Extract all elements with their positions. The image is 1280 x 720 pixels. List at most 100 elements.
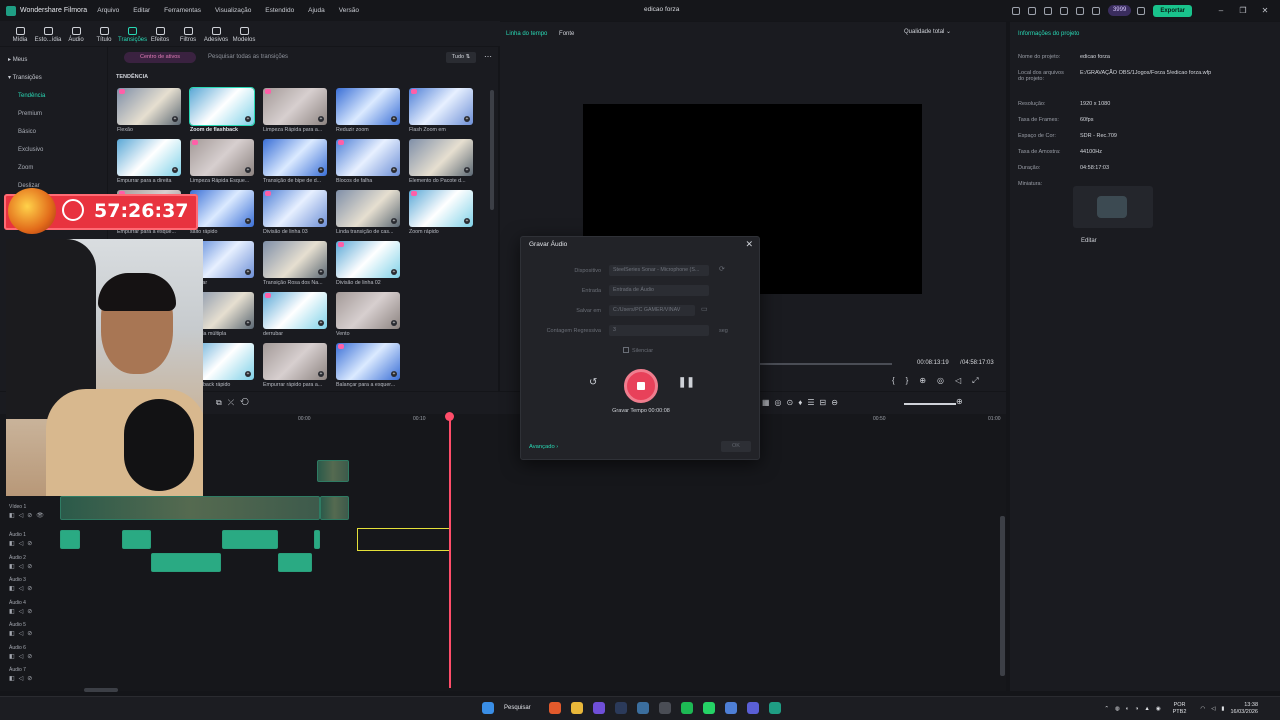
- transition-item[interactable]: + Zoom rápido: [409, 190, 475, 235]
- refresh-icon[interactable]: ⟳: [719, 265, 725, 273]
- add-icon[interactable]: +: [318, 320, 324, 326]
- timeline-tools-icons[interactable]: ▦◎⊙♦☰⊟⊖: [762, 398, 843, 407]
- track-controls[interactable]: ◧◁⊘: [9, 563, 36, 570]
- app-icon[interactable]: [746, 702, 759, 714]
- add-icon[interactable]: +: [391, 218, 397, 224]
- timeline-edit-icons[interactable]: ⧉⤫⟲: [216, 398, 255, 408]
- add-icon[interactable]: +: [391, 320, 397, 326]
- video-clip[interactable]: [320, 496, 349, 520]
- track-controls[interactable]: ◧◁⊘: [9, 675, 36, 682]
- whatsapp-icon[interactable]: [702, 702, 715, 714]
- add-icon[interactable]: +: [172, 167, 178, 173]
- menu-ajuda[interactable]: Ajuda: [308, 7, 325, 14]
- thumbnail-preview[interactable]: [1073, 186, 1153, 228]
- device-select[interactable]: SteelSeries Sonar - Microphone (S...: [609, 265, 709, 276]
- windows-start-icon[interactable]: [482, 702, 494, 714]
- edit-thumbnail-button[interactable]: Editar: [1081, 238, 1097, 244]
- close-window-icon[interactable]: ✕: [1258, 6, 1272, 15]
- layout-icon[interactable]: [1137, 6, 1146, 15]
- menu-arquivo[interactable]: Arquivo: [97, 7, 119, 14]
- tool-templates[interactable]: Modelos: [230, 27, 258, 46]
- search-input[interactable]: Pesquisar todas as transições: [208, 54, 288, 60]
- transition-item[interactable]: + Transição Rosa dos Na...: [263, 241, 329, 286]
- obs-icon[interactable]: [658, 702, 671, 714]
- menu-ferramentas[interactable]: Ferramentas: [164, 7, 201, 14]
- audio-clip[interactable]: [122, 530, 151, 549]
- add-icon[interactable]: +: [391, 167, 397, 173]
- audio-clip[interactable]: [278, 553, 312, 572]
- tool-stock-media[interactable]: Esto...ídia: [34, 27, 62, 46]
- track-controls[interactable]: ◧◁⊘: [9, 653, 36, 660]
- sidebar-item-exclusivo[interactable]: Exclusivo: [0, 141, 107, 159]
- ok-button[interactable]: OK: [721, 441, 751, 452]
- menu-estendido[interactable]: Estendido: [265, 7, 294, 14]
- transition-item[interactable]: + Limpeza Rápida para a...: [263, 88, 329, 133]
- add-icon[interactable]: +: [464, 116, 470, 122]
- transition-item[interactable]: + Empurrar rápido para a...: [263, 343, 329, 388]
- language-indicator[interactable]: POR PTB2: [1173, 702, 1187, 716]
- add-icon[interactable]: +: [464, 167, 470, 173]
- track-controls[interactable]: ◧◁⊘👁: [9, 512, 48, 519]
- add-icon[interactable]: +: [245, 371, 251, 377]
- close-icon[interactable]: ✕: [745, 239, 753, 250]
- add-icon[interactable]: +: [245, 269, 251, 275]
- taskbar-clock[interactable]: 13:38 16/03/2026: [1230, 702, 1258, 716]
- add-icon[interactable]: +: [318, 218, 324, 224]
- tool-title[interactable]: Título: [90, 27, 118, 46]
- transition-item[interactable]: + salto rápido: [190, 190, 256, 235]
- add-icon[interactable]: +: [172, 116, 178, 122]
- export-button[interactable]: Exportar: [1153, 4, 1192, 17]
- sidebar-item-meus[interactable]: ▸ Meus: [0, 51, 107, 69]
- transition-item[interactable]: + derrubar: [263, 292, 329, 337]
- more-options-icon[interactable]: ⋯: [484, 52, 492, 61]
- preview-controls[interactable]: {}⊕◎◁⤢: [892, 376, 990, 386]
- menu-editar[interactable]: Editar: [133, 7, 150, 14]
- camera-icon[interactable]: [1075, 6, 1084, 15]
- audio-clip[interactable]: [222, 530, 278, 549]
- pause-icon[interactable]: ❚❚: [678, 377, 695, 388]
- taskbar-search[interactable]: Pesquisar: [504, 705, 531, 711]
- cloud-icon[interactable]: [1059, 6, 1068, 15]
- timeline-horizontal-scrollbar[interactable]: [84, 688, 118, 692]
- audio-clip[interactable]: [314, 530, 320, 549]
- reset-icon[interactable]: ↺: [589, 377, 597, 388]
- transition-item[interactable]: + Balançar para a esquer...: [336, 343, 402, 388]
- advanced-link[interactable]: Avançado ›: [529, 444, 558, 450]
- tool-transitions[interactable]: Transições: [118, 27, 147, 46]
- transition-item[interactable]: + Vento: [336, 292, 402, 337]
- steam-icon[interactable]: [614, 702, 627, 714]
- sidebar-item-zoom[interactable]: Zoom: [0, 159, 107, 177]
- app-icon[interactable]: [724, 702, 737, 714]
- folder-icon[interactable]: ▭: [701, 305, 708, 313]
- track-controls[interactable]: ◧◁⊘: [9, 608, 36, 615]
- message-icon[interactable]: [1043, 6, 1052, 15]
- save-location-field[interactable]: C:/Users/PC GAMER/VINAV: [609, 305, 695, 316]
- stop-record-button[interactable]: [624, 369, 658, 403]
- upload-icon[interactable]: [1027, 6, 1036, 15]
- track-controls[interactable]: ◧◁⊘: [9, 630, 36, 637]
- input-select[interactable]: Entrada de Áudio: [609, 285, 709, 296]
- preview-progress-bar[interactable]: [760, 363, 892, 365]
- countdown-field[interactable]: 3: [609, 325, 709, 336]
- gift-icon[interactable]: [1011, 6, 1020, 15]
- add-icon[interactable]: +: [318, 167, 324, 173]
- discord-icon[interactable]: [592, 702, 605, 714]
- sidebar-item-transicoes[interactable]: ▾ Transições: [0, 69, 107, 87]
- library-scrollbar[interactable]: [490, 90, 494, 210]
- add-icon[interactable]: +: [245, 320, 251, 326]
- sidebar-item-basico[interactable]: Básico: [0, 123, 107, 141]
- add-icon[interactable]: +: [391, 116, 397, 122]
- transition-item[interactable]: + Limpeza Rápida Esque...: [190, 139, 256, 184]
- transition-item[interactable]: + Divisão de linha 02: [336, 241, 402, 286]
- transition-item[interactable]: + Divisão de linha 03: [263, 190, 329, 235]
- notification-icon[interactable]: [1091, 6, 1100, 15]
- menu-versao[interactable]: Versão: [339, 7, 359, 14]
- tool-effects[interactable]: Efeitos: [146, 27, 174, 46]
- minimize-icon[interactable]: –: [1214, 6, 1228, 15]
- zoom-in-icon[interactable]: ⊕: [956, 397, 963, 406]
- quality-dropdown[interactable]: Qualidade total ⌄: [904, 28, 951, 35]
- timeline-vertical-scrollbar[interactable]: [1000, 516, 1005, 676]
- video-clip[interactable]: [60, 496, 320, 520]
- transition-item[interactable]: + Linda transição de cas...: [336, 190, 402, 235]
- filmora-taskbar-icon[interactable]: [768, 702, 781, 714]
